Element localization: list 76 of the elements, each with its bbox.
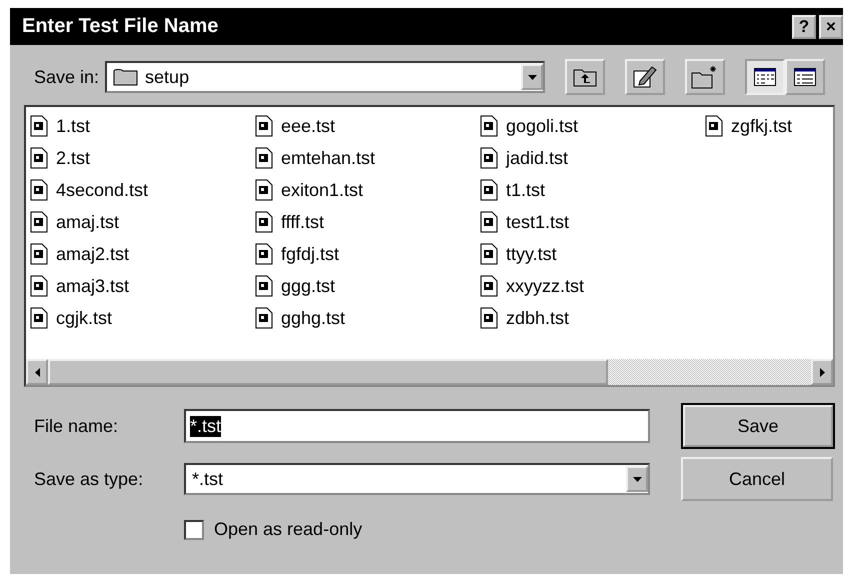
- caret-icon: [528, 74, 537, 80]
- document-icon: [30, 147, 48, 169]
- document-icon: [480, 115, 498, 137]
- file-item[interactable]: ggg.tst: [255, 271, 480, 301]
- file-item[interactable]: 2.tst: [30, 143, 255, 173]
- save-in-label: Save in:: [34, 66, 100, 88]
- file-item[interactable]: jadid.tst: [480, 143, 705, 173]
- document-icon: [480, 147, 498, 169]
- details-view-button[interactable]: [785, 59, 826, 95]
- close-button[interactable]: ×: [819, 14, 843, 38]
- file-item[interactable]: xxyyzz.tst: [480, 271, 705, 301]
- document-icon: [255, 211, 273, 233]
- document-icon: [255, 179, 273, 201]
- file-item[interactable]: zgfkj.tst: [705, 111, 843, 141]
- up-button[interactable]: [565, 59, 606, 95]
- save-button[interactable]: Save: [683, 405, 833, 447]
- file-item[interactable]: amaj.tst: [30, 207, 255, 237]
- help-button[interactable]: ?: [792, 14, 816, 38]
- document-icon: [30, 243, 48, 265]
- document-icon: [480, 211, 498, 233]
- save-as-type-value: *.tst: [192, 468, 224, 490]
- file-item[interactable]: t1.tst: [480, 175, 705, 205]
- file-item[interactable]: amaj2.tst: [30, 239, 255, 269]
- file-item[interactable]: 1.tst: [30, 111, 255, 141]
- file-item[interactable]: amaj3.tst: [30, 271, 255, 301]
- save-in-dropdown[interactable]: setup: [105, 61, 546, 93]
- horizontal-scrollbar[interactable]: [26, 359, 833, 385]
- scroll-left-icon: [34, 368, 40, 376]
- file-item[interactable]: eee.tst: [255, 111, 480, 141]
- document-icon: [30, 115, 48, 137]
- document-icon: [30, 211, 48, 233]
- list-view-icon: [754, 68, 776, 86]
- file-item[interactable]: cgjk.tst: [30, 303, 255, 333]
- document-icon: [30, 179, 48, 201]
- file-item[interactable]: gghg.tst: [255, 303, 480, 333]
- document-icon: [255, 307, 273, 329]
- file-name-field[interactable]: *.tst: [184, 409, 650, 443]
- file-item[interactable]: emtehan.tst: [255, 143, 480, 173]
- cancel-button[interactable]: Cancel: [681, 457, 833, 501]
- document-icon: [30, 307, 48, 329]
- document-icon: [480, 275, 498, 297]
- file-item[interactable]: gogoli.tst: [480, 111, 705, 141]
- document-icon: [480, 307, 498, 329]
- file-item[interactable]: ffff.tst: [255, 207, 480, 237]
- document-icon: [255, 275, 273, 297]
- scroll-right-icon: [820, 368, 824, 376]
- caret-icon: [632, 476, 642, 482]
- file-item[interactable]: exiton1.tst: [255, 175, 480, 205]
- checkbox[interactable]: [184, 520, 204, 540]
- folder-icon: [113, 68, 140, 86]
- file-item[interactable]: fgfdj.tst: [255, 239, 480, 269]
- document-icon: [480, 179, 498, 201]
- file-item[interactable]: ttyy.tst: [480, 239, 705, 269]
- desktop-button[interactable]: [625, 59, 666, 95]
- document-icon: [255, 147, 273, 169]
- save-as-type-dropdown[interactable]: *.tst: [184, 463, 650, 495]
- new-folder-button[interactable]: [685, 59, 726, 95]
- save-as-type-label: Save as type:: [34, 468, 144, 490]
- read-only-label[interactable]: Open as read-only: [214, 519, 362, 540]
- dropdown-button[interactable]: [521, 64, 544, 90]
- details-view-icon: [794, 68, 816, 86]
- file-name-label: File name:: [34, 416, 120, 436]
- dropdown-button[interactable]: [626, 466, 648, 492]
- document-icon: [255, 115, 273, 137]
- document-icon: [255, 243, 273, 265]
- window-title: Enter Test File Name: [22, 15, 218, 38]
- up-folder-icon: [573, 67, 598, 87]
- list-view-button[interactable]: [745, 59, 786, 95]
- file-item[interactable]: zdbh.tst: [480, 303, 705, 333]
- document-icon: [480, 243, 498, 265]
- file-item[interactable]: test1.tst: [480, 207, 705, 237]
- save-in-value: setup: [145, 66, 190, 88]
- file-item[interactable]: 4second.tst: [30, 175, 255, 205]
- document-icon: [705, 115, 723, 137]
- document-icon: [30, 275, 48, 297]
- pen-icon: [632, 65, 658, 89]
